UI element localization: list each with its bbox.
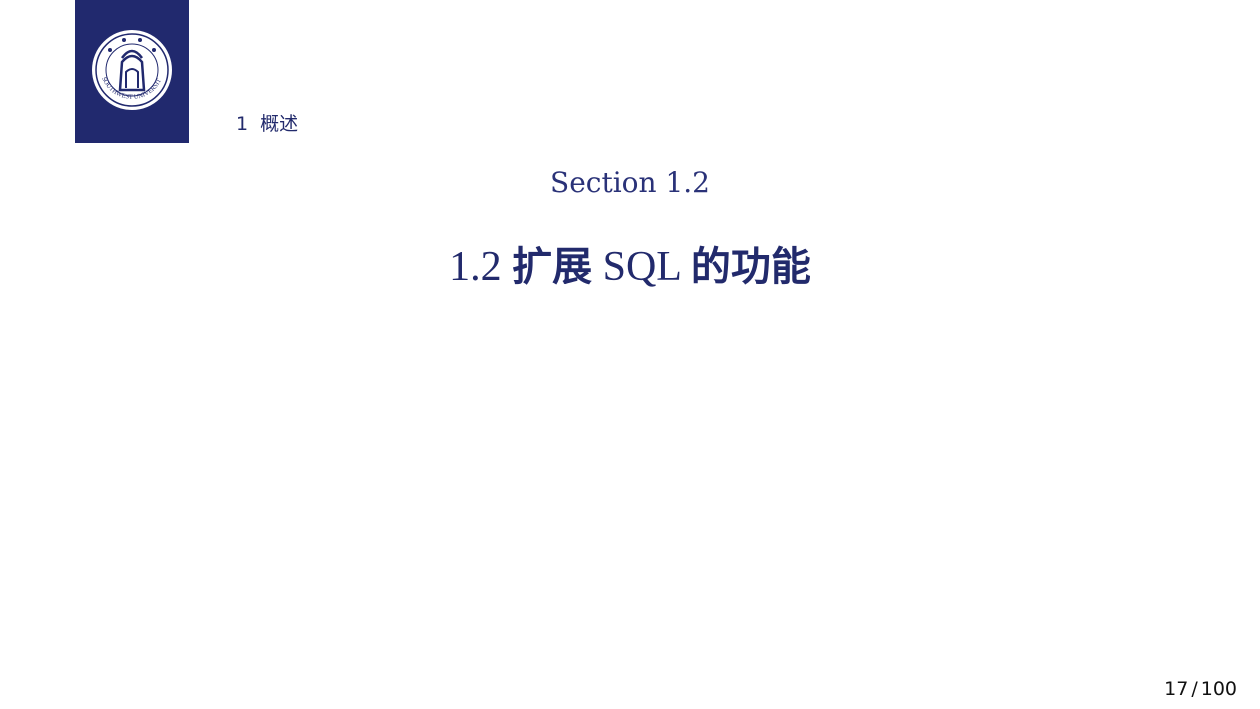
page-total: 100 <box>1200 678 1237 700</box>
title-cjk-2: 的功能 <box>690 244 811 290</box>
title-sql: SQL <box>592 244 691 290</box>
title-number: 1.2 <box>449 244 513 290</box>
slide-title: 1.2 扩展 SQL 的功能 <box>0 234 1260 292</box>
page-current: 17 <box>1164 678 1189 700</box>
section-number: 1 <box>236 113 249 135</box>
page-number: 17/100 <box>1164 678 1237 700</box>
university-seal-icon: SOUTHWEST UNIVERSITY <box>90 28 172 110</box>
page-separator: / <box>1191 678 1198 700</box>
section-subtitle: Section 1.2 <box>550 166 710 199</box>
section-nav[interactable]: 1 概述 <box>236 109 298 136</box>
section-name: 概述 <box>260 113 299 135</box>
university-logo: SOUTHWEST UNIVERSITY <box>75 0 189 143</box>
title-cjk-1: 扩展 <box>512 244 593 290</box>
